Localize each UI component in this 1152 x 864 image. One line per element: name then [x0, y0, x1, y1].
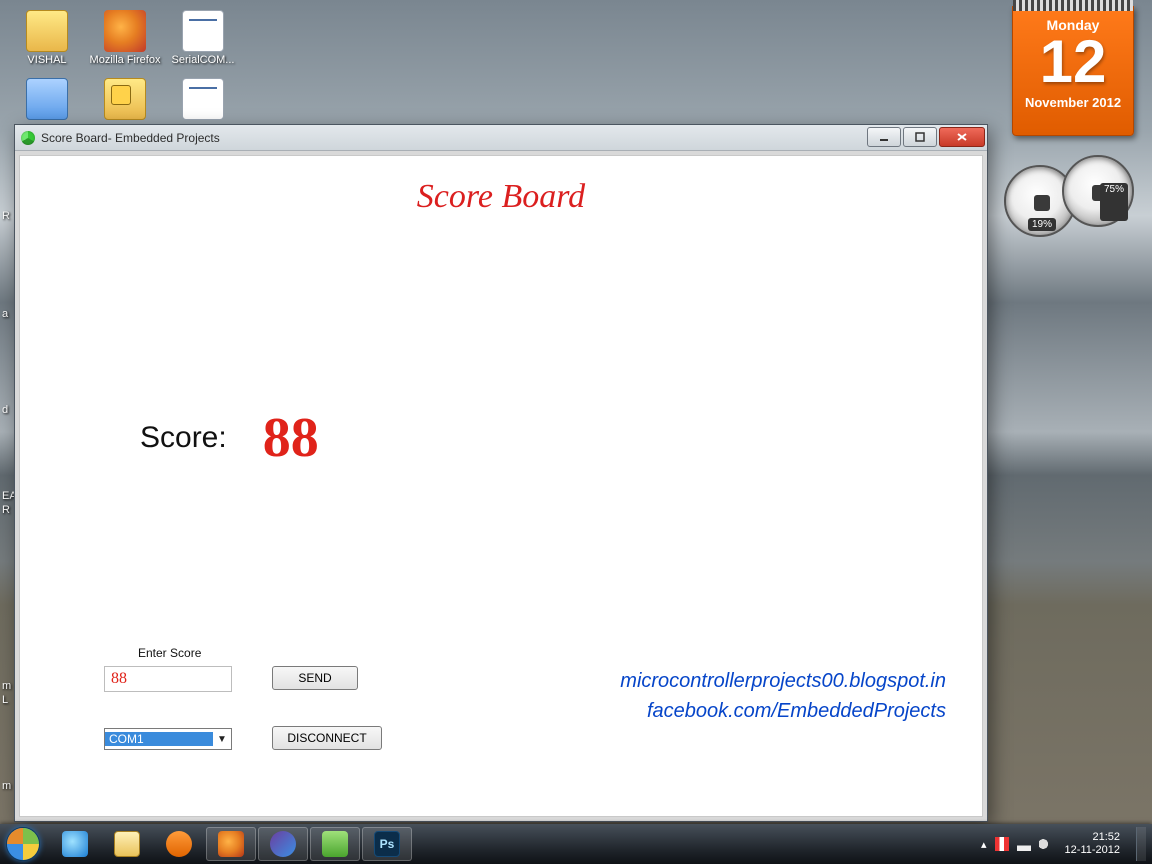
ram-percent: 75%: [1100, 183, 1128, 221]
app-icon: [21, 131, 35, 145]
score-label: Score:: [140, 421, 227, 455]
calendar-month-year: November 2012: [1013, 95, 1133, 110]
taskbar-items: Ps: [50, 827, 412, 861]
window-title: Score Board- Embedded Projects: [41, 131, 220, 145]
close-button[interactable]: [939, 127, 985, 147]
show-desktop-button[interactable]: [1136, 827, 1146, 861]
folder-icon: [26, 10, 68, 52]
taskbar-scoreboard-app[interactable]: [310, 827, 360, 861]
edge-label: L: [2, 694, 8, 706]
taskbar-explorer[interactable]: [102, 827, 152, 861]
visual-studio-icon: [270, 831, 296, 857]
maximize-button[interactable]: [903, 127, 937, 147]
volume-icon[interactable]: [1039, 837, 1053, 851]
taskbar-firefox[interactable]: [206, 827, 256, 861]
score-value: 88: [263, 406, 319, 470]
system-meter-gadget[interactable]: 19% 75%: [1004, 155, 1134, 245]
windows-logo-icon: [6, 827, 40, 861]
ie-icon: [62, 831, 88, 857]
desktop-icon-vishal-folder[interactable]: VISHAL: [8, 10, 86, 66]
app-green-icon: [322, 831, 348, 857]
ram-dial: 75%: [1062, 155, 1134, 227]
maximize-icon: [915, 132, 925, 142]
system-tray: ▴ 21:52 12-11-2012: [981, 827, 1146, 861]
edge-label: m: [2, 780, 11, 792]
firefox-icon: [104, 10, 146, 52]
icon-label: SerialCOM...: [164, 54, 242, 66]
desktop-icon-serialcom[interactable]: SerialCOM...: [164, 10, 242, 66]
tray-expand-icon[interactable]: ▴: [981, 838, 987, 851]
calendar-day-number: 12: [1013, 33, 1133, 91]
window-client-area: Score Board Score: 88 Enter Score SEND C…: [19, 155, 983, 817]
credits-facebook-link[interactable]: facebook.com/EmbeddedProjects: [620, 696, 946, 726]
document-icon: [182, 78, 224, 120]
media-player-icon: [166, 831, 192, 857]
explorer-icon: [114, 831, 140, 857]
taskbar-photoshop[interactable]: Ps: [362, 827, 412, 861]
desktop-icon-doc2[interactable]: [164, 78, 242, 122]
desktop-icon-firefox[interactable]: Mozilla Firefox: [86, 10, 164, 66]
com-port-value: COM1: [105, 732, 213, 746]
edge-label: a: [2, 308, 8, 320]
edge-label: R: [2, 210, 10, 222]
photoshop-icon: Ps: [374, 831, 400, 857]
edge-label: d: [2, 404, 8, 416]
icon-label: VISHAL: [8, 54, 86, 66]
window-controls: [867, 125, 987, 150]
taskbar-clock[interactable]: 21:52 12-11-2012: [1065, 831, 1120, 857]
cpu-chip-icon: [1034, 195, 1050, 211]
credits-blog-link[interactable]: microcontrollerprojects00.blogspot.in: [620, 666, 946, 696]
action-center-icon[interactable]: [995, 837, 1009, 851]
network-icon[interactable]: [1017, 837, 1031, 851]
clock-time: 21:52: [1065, 831, 1120, 844]
taskbar-visual-studio[interactable]: [258, 827, 308, 861]
credits-block: microcontrollerprojects00.blogspot.in fa…: [620, 666, 946, 726]
document-icon: [182, 10, 224, 52]
monitor-icon: [26, 78, 68, 120]
start-button[interactable]: [0, 824, 46, 864]
app-heading: Score Board: [20, 178, 982, 216]
minimize-button[interactable]: [867, 127, 901, 147]
edge-label: m: [2, 680, 11, 692]
enter-score-label: Enter Score: [138, 646, 201, 660]
taskbar: Ps ▴ 21:52 12-11-2012: [0, 824, 1152, 864]
com-port-dropdown[interactable]: COM1 ▼: [104, 728, 232, 750]
minimize-icon: [879, 132, 889, 142]
titlebar[interactable]: Score Board- Embedded Projects: [15, 125, 987, 151]
clock-date: 12-11-2012: [1065, 844, 1120, 857]
chevron-down-icon: ▼: [213, 734, 231, 745]
taskbar-media-player[interactable]: [154, 827, 204, 861]
scoreboard-window: Score Board- Embedded Projects Score Boa…: [14, 124, 988, 822]
firefox-icon: [218, 831, 244, 857]
cpu-percent: 19%: [1028, 218, 1056, 231]
close-icon: [956, 132, 968, 142]
icon-label: Mozilla Firefox: [86, 54, 164, 66]
send-button[interactable]: SEND: [272, 666, 358, 690]
score-input[interactable]: [104, 666, 232, 692]
calendar-gadget[interactable]: Monday 12 November 2012: [1012, 6, 1134, 136]
desktop-icon-monitor[interactable]: [8, 78, 86, 122]
taskbar-ie[interactable]: [50, 827, 100, 861]
desktop-icon-tools[interactable]: [86, 78, 164, 122]
disconnect-button[interactable]: DISCONNECT: [272, 726, 382, 750]
desktop-icon-grid: VISHAL Mozilla Firefox SerialCOM...: [8, 8, 268, 132]
edge-label: R: [2, 504, 10, 516]
score-display-row: Score: 88: [140, 406, 319, 470]
tools-folder-icon: [104, 78, 146, 120]
